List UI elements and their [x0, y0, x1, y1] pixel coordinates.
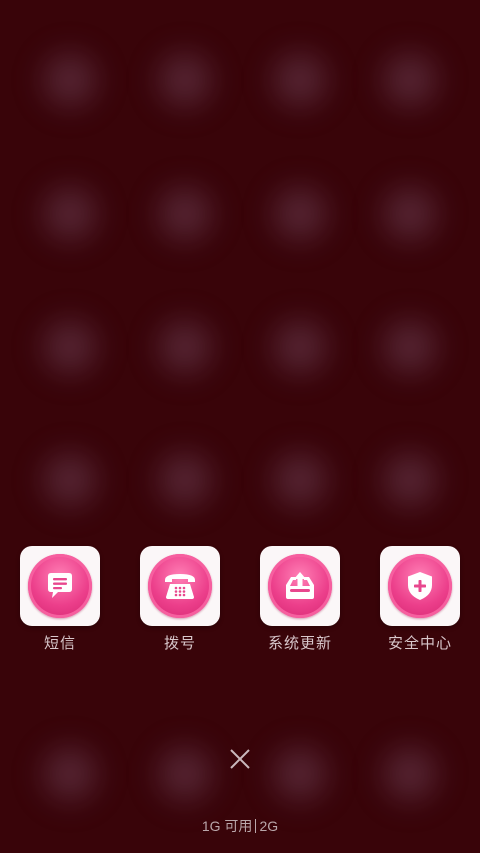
- app-system-update-tile: [260, 546, 340, 626]
- background-scrim: [0, 0, 480, 853]
- system-update-icon: [268, 554, 332, 618]
- app-security-center[interactable]: 安全中心: [360, 546, 480, 666]
- app-system-update-label: 系统更新: [267, 634, 332, 652]
- close-recents-button[interactable]: [224, 743, 256, 775]
- app-system-update[interactable]: 系统更新: [240, 546, 360, 666]
- app-messages-label: 短信: [43, 634, 76, 652]
- close-icon: [230, 749, 250, 769]
- phone-icon: [148, 554, 212, 618]
- app-security-center-tile: [380, 546, 460, 626]
- app-messages-tile: [20, 546, 100, 626]
- app-messages[interactable]: 短信: [0, 546, 120, 666]
- app-security-center-label: 安全中心: [387, 634, 452, 652]
- shield-icon: [388, 554, 452, 618]
- message-icon: [28, 554, 92, 618]
- app-dialer[interactable]: 拨号: [120, 546, 240, 666]
- app-dialer-label: 拨号: [163, 634, 196, 652]
- memory-available: 1G 可用: [201, 818, 253, 834]
- app-dialer-tile: [140, 546, 220, 626]
- memory-separator: [255, 819, 257, 833]
- memory-info: 1G 可用 2G: [0, 816, 480, 836]
- memory-total: 2G: [259, 818, 279, 834]
